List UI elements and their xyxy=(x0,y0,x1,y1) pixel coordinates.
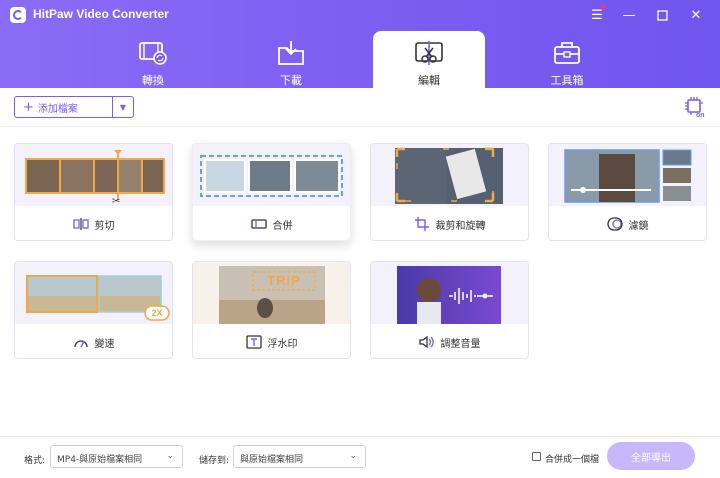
merge-checkbox[interactable] xyxy=(532,452,541,461)
speed-label-row: 變速 xyxy=(15,324,172,358)
watermark-label: 浮水印 xyxy=(267,338,298,350)
merge-icon xyxy=(250,219,267,229)
tool-card-volume[interactable]: 調整音量 xyxy=(370,261,529,359)
chevron-down-icon: ⌄ xyxy=(349,451,357,461)
export-all-label: 全部導出 xyxy=(631,452,671,464)
tool-card-watermark[interactable]: TRIP 浮水印 xyxy=(192,261,351,359)
chevron-down-icon[interactable]: ▼ xyxy=(112,97,133,117)
export-all-button[interactable]: 全部導出 xyxy=(607,442,695,470)
filter-thumbnail xyxy=(549,144,706,206)
add-file-main[interactable]: + 添加檔案 xyxy=(15,97,112,117)
menu-icon[interactable]: ☰ xyxy=(588,5,606,24)
svg-text:✂: ✂ xyxy=(112,196,120,206)
watermark-thumbnail: TRIP xyxy=(193,262,350,324)
film-convert-icon xyxy=(139,42,167,65)
cut-thumbnail: ✂ xyxy=(15,144,172,207)
footer-bar: 格式: MP4-與原始檔案相同 ⌄ 儲存到: 與原始檔案相同 ⌄ 合併成一個檔 … xyxy=(0,436,720,478)
filter-preview-image xyxy=(564,149,692,203)
watermark-label-row: 浮水印 xyxy=(193,324,350,358)
speed-thumbnail: 2X xyxy=(15,262,172,324)
crop-thumbnail xyxy=(371,144,528,206)
save-to-label: 儲存到: xyxy=(199,456,230,466)
format-select[interactable]: MP4-與原始檔案相同 ⌄ xyxy=(50,445,183,468)
svg-text:on: on xyxy=(696,112,705,118)
crop-preview-image xyxy=(395,147,503,204)
hardware-acceleration-icon[interactable]: on xyxy=(684,96,706,118)
watermark-sample-text: TRIP xyxy=(267,273,301,288)
speed-badge: 2X xyxy=(151,308,163,318)
tab-edit[interactable]: 編輯 xyxy=(373,31,485,88)
toolbox-icon xyxy=(554,42,580,64)
minimize-icon[interactable]: — xyxy=(620,6,638,24)
format-label: 格式: xyxy=(24,456,46,466)
maximize-icon[interactable] xyxy=(653,6,671,24)
tab-toolbox[interactable]: 工具箱 xyxy=(511,31,623,88)
volume-thumbnail xyxy=(371,262,528,324)
tab-download[interactable]: 下載 xyxy=(235,31,347,88)
tool-card-filter[interactable]: 濾鏡 xyxy=(548,143,707,241)
cut-label-row: 剪切 xyxy=(15,206,172,240)
watermark-icon xyxy=(245,335,262,349)
tab-label: 工具箱 xyxy=(550,74,584,87)
cut-preview-image: ✂ xyxy=(25,150,165,207)
tab-label: 編輯 xyxy=(418,74,440,87)
save-to-select[interactable]: 與原始檔案相同 ⌄ xyxy=(233,445,366,468)
volume-label-row: 調整音量 xyxy=(371,324,528,358)
speed-icon xyxy=(73,340,88,348)
cut-label: 剪切 xyxy=(94,220,115,232)
merge-label: 合併成一個檔 xyxy=(545,455,600,465)
filter-label: 濾鏡 xyxy=(628,220,649,232)
volume-label: 調整音量 xyxy=(440,338,481,350)
app-title: HitPaw Video Converter xyxy=(33,7,169,21)
crop-label: 裁剪和旋轉 xyxy=(435,220,486,232)
title-tab-bar: HitPaw Video Converter ☰ — ✕ 轉換 下載 編輯 工具… xyxy=(0,0,720,88)
filter-label-row: 濾鏡 xyxy=(549,206,706,240)
tool-card-crop-rotate[interactable]: 裁剪和旋轉 xyxy=(370,143,529,241)
cut-icon xyxy=(72,218,89,230)
download-folder-icon xyxy=(278,41,304,65)
format-value: MP4-與原始檔案相同 xyxy=(57,455,143,465)
tab-label: 下載 xyxy=(280,74,302,87)
edit-cut-icon xyxy=(415,41,443,65)
merge-preview-image xyxy=(200,155,343,197)
crop-icon xyxy=(414,217,429,231)
tool-card-speed[interactable]: 2X 變速 xyxy=(14,261,173,359)
close-icon[interactable]: ✕ xyxy=(687,6,705,24)
volume-preview-image xyxy=(397,266,501,324)
toolbar: + 添加檔案 ▼ xyxy=(0,88,720,127)
volume-icon xyxy=(418,335,434,349)
merge-label-row: 合併 xyxy=(193,206,350,240)
tool-card-merge[interactable]: 合併 xyxy=(192,143,351,241)
tab-convert[interactable]: 轉換 xyxy=(97,31,209,88)
speed-label: 變速 xyxy=(94,338,115,350)
save-to-value: 與原始檔案相同 xyxy=(240,455,304,465)
crop-label-row: 裁剪和旋轉 xyxy=(371,206,528,240)
merge-thumbnail xyxy=(193,144,350,206)
tab-label: 轉換 xyxy=(142,74,164,87)
filter-icon xyxy=(606,217,623,231)
add-file-label: 添加檔案 xyxy=(37,103,78,115)
tool-card-cut[interactable]: ✂ 剪切 xyxy=(14,143,173,241)
app-logo xyxy=(10,7,26,23)
plus-icon: + xyxy=(23,99,34,115)
merge-label: 合併 xyxy=(272,220,293,232)
add-file-button[interactable]: + 添加檔案 ▼ xyxy=(14,96,134,118)
chevron-down-icon: ⌄ xyxy=(166,451,174,461)
